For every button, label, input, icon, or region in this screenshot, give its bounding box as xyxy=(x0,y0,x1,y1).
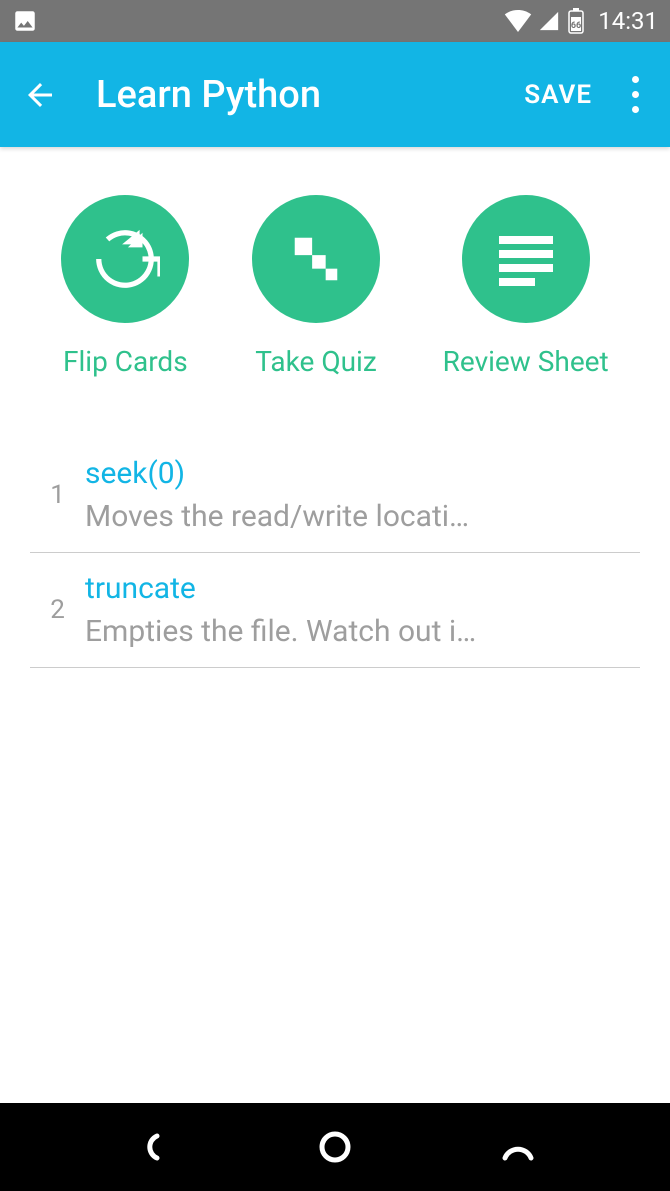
wifi-icon xyxy=(504,10,532,32)
list-icon xyxy=(493,230,559,288)
navigation-bar xyxy=(0,1103,670,1191)
nav-back-icon xyxy=(137,1132,167,1162)
menu-dot-icon xyxy=(632,91,639,98)
quiz-label: Take Quiz xyxy=(255,345,377,378)
svg-text:66: 66 xyxy=(571,21,581,31)
flip-circle xyxy=(61,195,189,323)
card-title: truncate xyxy=(85,571,640,606)
nav-back-button[interactable] xyxy=(127,1122,177,1172)
review-sheet-button[interactable]: Review Sheet xyxy=(443,195,609,378)
nav-recent-icon xyxy=(501,1132,535,1162)
quiz-circle xyxy=(252,195,380,323)
arrow-back-icon xyxy=(22,77,58,113)
status-left xyxy=(12,8,38,34)
back-button[interactable] xyxy=(20,75,60,115)
nav-home-button[interactable] xyxy=(310,1122,360,1172)
flip-cards-button[interactable]: Flip Cards xyxy=(61,195,189,378)
app-bar: Learn Python SAVE xyxy=(0,42,670,147)
card-number: 1 xyxy=(30,480,85,510)
nav-home-icon xyxy=(318,1130,352,1164)
quiz-icon xyxy=(287,230,345,288)
card-number: 2 xyxy=(30,595,85,625)
review-circle xyxy=(462,195,590,323)
status-time: 14:31 xyxy=(598,7,658,35)
menu-dot-icon xyxy=(632,106,639,113)
card-description: Empties the file. Watch out i… xyxy=(85,614,640,649)
signal-icon xyxy=(538,10,560,32)
cards-list: 1 seek(0) Moves the read/write locati… 2… xyxy=(0,408,670,668)
picture-icon xyxy=(12,8,38,34)
flip-label: Flip Cards xyxy=(63,345,188,378)
save-button[interactable]: SAVE xyxy=(524,80,592,110)
nav-recent-button[interactable] xyxy=(493,1122,543,1172)
page-title: Learn Python xyxy=(96,73,524,117)
card-content: seek(0) Moves the read/write locati… xyxy=(85,456,640,534)
card-row[interactable]: 1 seek(0) Moves the read/write locati… xyxy=(30,438,640,553)
actions-row: Flip Cards Take Quiz Review Sheet xyxy=(0,147,670,408)
refresh-icon xyxy=(90,224,160,294)
review-label: Review Sheet xyxy=(443,345,609,378)
status-bar: 66 14:31 xyxy=(0,0,670,42)
menu-dot-icon xyxy=(632,76,639,83)
status-right: 66 14:31 xyxy=(504,7,658,35)
take-quiz-button[interactable]: Take Quiz xyxy=(252,195,380,378)
card-content: truncate Empties the file. Watch out i… xyxy=(85,571,640,649)
overflow-menu-button[interactable] xyxy=(620,76,650,113)
card-title: seek(0) xyxy=(85,456,640,491)
card-description: Moves the read/write locati… xyxy=(85,499,640,534)
card-row[interactable]: 2 truncate Empties the file. Watch out i… xyxy=(30,553,640,668)
battery-icon: 66 xyxy=(566,8,586,34)
